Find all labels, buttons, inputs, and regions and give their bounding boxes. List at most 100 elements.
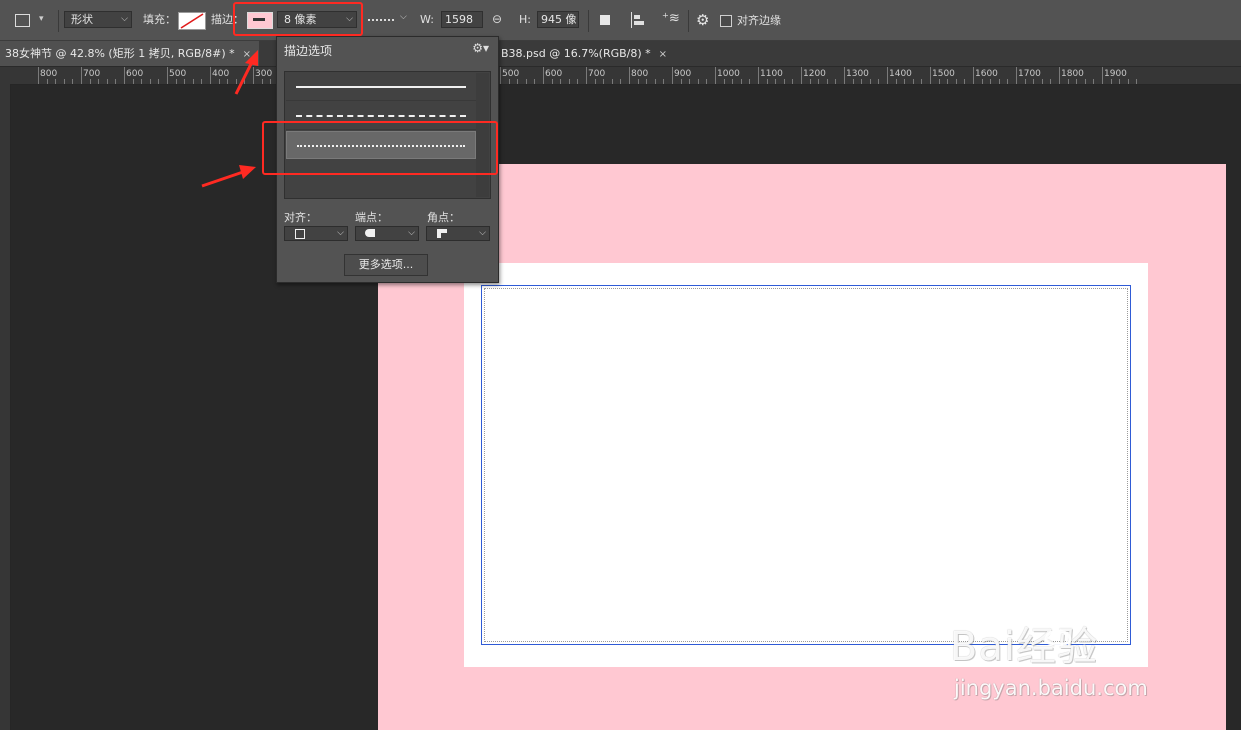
ruler-tick: [81, 67, 82, 84]
tab-label: 38女神节 @ 42.8% (矩形 1 拷贝, RGB/8#) *: [5, 47, 235, 60]
path-operations-icon[interactable]: [600, 15, 610, 25]
ruler-minor-tick: [184, 79, 186, 84]
tab-document-1[interactable]: 38女神节 @ 42.8% (矩形 1 拷贝, RGB/8#) * ×: [0, 41, 260, 66]
ruler-minor-tick: [749, 79, 751, 84]
align-edges-checkbox[interactable]: [720, 15, 732, 27]
options-bar: ▾ 形状 ⌵ 填充： 描边： 8 像素 ⌵ ⌵ W: 1598 像 ⊖ H: 9…: [0, 0, 1241, 41]
ruler-label: 1600: [975, 69, 998, 79]
fill-swatch[interactable]: [178, 12, 206, 30]
ruler-label: 1300: [846, 69, 869, 79]
ruler-minor-tick: [938, 79, 940, 84]
ruler-minor-tick: [878, 79, 880, 84]
watermark-url: jingyan.baidu.com: [954, 676, 1148, 700]
caps-select[interactable]: ⌵: [355, 226, 419, 241]
ruler-minor-tick: [732, 79, 734, 84]
arrow-icon: [201, 165, 256, 188]
ruler-minor-tick: [594, 79, 596, 84]
ruler-minor-tick: [680, 79, 682, 84]
ruler-minor-tick: [525, 79, 527, 84]
chevron-down-icon: ⌵: [121, 14, 128, 24]
link-icon[interactable]: ⊖: [492, 12, 502, 26]
ruler-minor-tick: [63, 79, 65, 84]
ruler-label: 700: [83, 69, 101, 79]
ruler-minor-tick: [637, 79, 639, 84]
ruler-tick: [1016, 67, 1017, 84]
ruler-label: 300: [255, 69, 273, 79]
tab-document-2[interactable]: B38.psd @ 16.7%(RGB/8) * ×: [501, 41, 675, 66]
ruler-label: 500: [502, 69, 520, 79]
ruler-minor-tick: [244, 79, 246, 84]
ruler-minor-tick: [998, 79, 1000, 84]
corners-select[interactable]: ⌵: [426, 226, 490, 241]
path-arrangement-icon[interactable]: ⁺≋: [662, 11, 680, 26]
ruler-minor-tick: [218, 79, 220, 84]
ruler-label: 400: [212, 69, 230, 79]
chevron-down-icon: ⌵: [337, 228, 344, 238]
document-tabs: 38女神节 @ 42.8% (矩形 1 拷贝, RGB/8#) * × B38.p…: [0, 41, 1241, 67]
vertical-ruler[interactable]: [0, 67, 11, 730]
ruler-minor-tick: [792, 79, 794, 84]
ruler-tick: [543, 67, 544, 84]
line-style-solid[interactable]: [286, 73, 476, 101]
ruler-minor-tick: [175, 79, 177, 84]
ruler-tick: [210, 67, 211, 84]
paw-icon: [1038, 600, 1078, 646]
ruler-minor-tick: [508, 79, 510, 84]
ruler-tick: [629, 67, 630, 84]
annotation-box-dotted: [262, 121, 498, 175]
divider: [688, 10, 689, 32]
ruler-label: 1800: [1061, 69, 1084, 79]
ruler-label: 1100: [760, 69, 783, 79]
divider: [58, 10, 59, 32]
ruler-minor-tick: [98, 79, 100, 84]
stroke-type-select[interactable]: ⌵: [366, 11, 412, 28]
corners-label: 角点：: [427, 211, 460, 224]
ruler-minor-tick: [1050, 79, 1052, 84]
close-icon[interactable]: ×: [659, 49, 667, 60]
ruler-minor-tick: [46, 79, 48, 84]
gear-icon[interactable]: ⚙▾: [472, 41, 489, 55]
tool-mode-select[interactable]: 形状 ⌵: [64, 11, 132, 28]
gear-icon[interactable]: ⚙: [696, 11, 709, 29]
ruler-minor-tick: [646, 79, 648, 84]
ruler-tick: [253, 67, 254, 84]
ruler-minor-tick: [663, 79, 665, 84]
ruler-minor-tick: [1084, 79, 1086, 84]
tool-preset-button[interactable]: ▾: [12, 12, 52, 30]
align-select[interactable]: ⌵: [284, 226, 348, 241]
ruler-minor-tick: [89, 79, 91, 84]
ruler-label: 800: [631, 69, 649, 79]
ruler-tick: [1102, 67, 1103, 84]
ruler-tick: [715, 67, 716, 84]
ruler-label: 1000: [717, 69, 740, 79]
tool-mode-value: 形状: [71, 13, 93, 26]
path-alignment-icon[interactable]: [631, 12, 645, 28]
ruler-minor-tick: [1067, 79, 1069, 84]
ruler-minor-tick: [766, 79, 768, 84]
more-options-button[interactable]: 更多选项...: [344, 254, 428, 276]
ruler-label: 800: [40, 69, 58, 79]
panel-title: 描边选项: [284, 44, 333, 58]
rectangle-shape[interactable]: [481, 285, 1131, 645]
ruler-minor-tick: [990, 79, 992, 84]
ruler-minor-tick: [261, 79, 263, 84]
width-field[interactable]: 1598 像: [441, 11, 483, 28]
chevron-down-icon: ▾: [39, 14, 44, 24]
corner-miter-icon: [437, 229, 447, 238]
ruler-minor-tick: [826, 79, 828, 84]
fill-label: 填充：: [143, 13, 176, 26]
close-icon[interactable]: ×: [243, 49, 251, 60]
ruler-minor-tick: [1093, 79, 1095, 84]
ruler-tick: [887, 67, 888, 84]
ruler-tick: [973, 67, 974, 84]
ruler-minor-tick: [1110, 79, 1112, 84]
chevron-down-icon: ⌵: [479, 228, 486, 238]
height-field[interactable]: 945 像素: [537, 11, 579, 28]
width-value: 1598 像: [445, 13, 473, 26]
ruler-tick: [500, 67, 501, 84]
ruler-minor-tick: [955, 79, 957, 84]
annotation-box-stroke: [233, 2, 363, 36]
horizontal-ruler[interactable]: 800 700 600 500 400 300 500 600 700 800 900 1000 110…: [10, 67, 1241, 85]
dotted-line-icon: [368, 19, 394, 21]
ruler-minor-tick: [201, 79, 203, 84]
